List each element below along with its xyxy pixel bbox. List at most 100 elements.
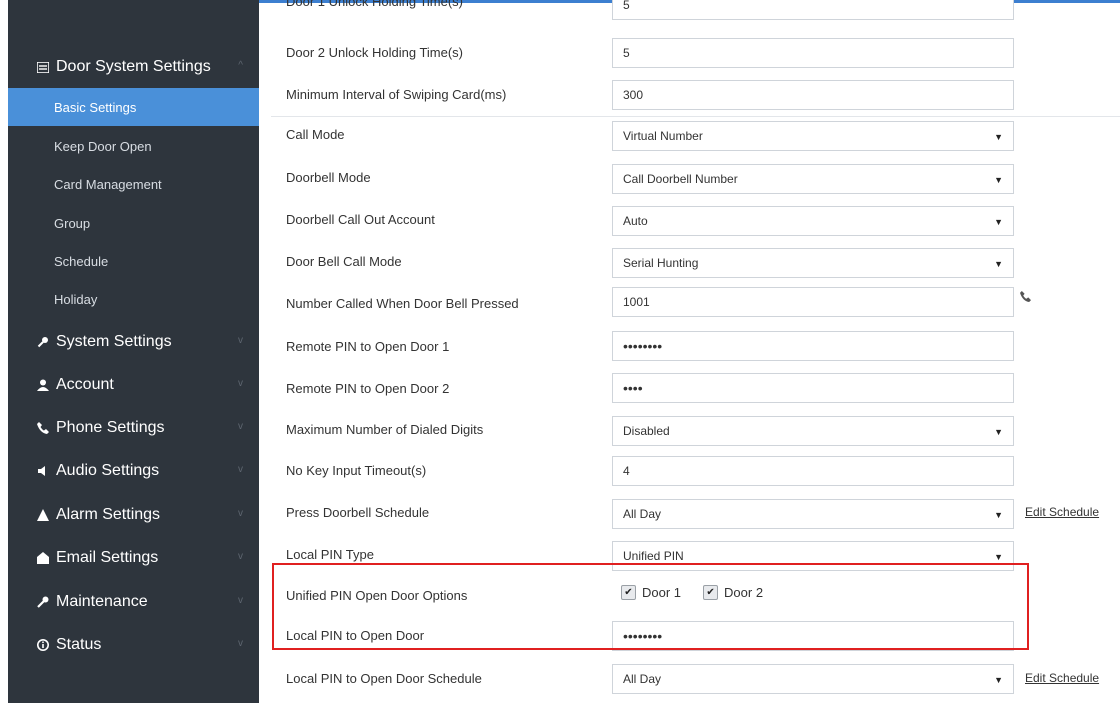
sidebar-item-group[interactable]: Group — [8, 204, 259, 242]
no-key-timeout-input[interactable]: 4 — [612, 456, 1014, 486]
sidebar-group-label: Status — [56, 636, 102, 653]
speaker-icon — [36, 465, 50, 477]
label-doorbell-mode: Doorbell Mode — [286, 170, 371, 185]
label-no-key-timeout: No Key Input Timeout(s) — [286, 463, 427, 478]
sidebar-group-account[interactable]: Account v — [8, 363, 259, 407]
sidebar-group-label: Phone Settings — [56, 419, 165, 436]
warning-icon — [36, 509, 50, 521]
sidebar-item-label: Basic Settings — [54, 99, 137, 115]
caret-down-icon: ▼ — [994, 259, 1003, 269]
sidebar-group-label: System Settings — [56, 333, 172, 350]
label-number-called: Number Called When Door Bell Pressed — [286, 296, 519, 311]
email-icon — [36, 552, 50, 564]
chevron-down-icon: v — [238, 638, 243, 649]
sidebar-item-label: Card Management — [54, 176, 162, 192]
caret-down-icon: ▼ — [994, 132, 1003, 142]
chevron-down-icon: v — [238, 595, 243, 606]
sidebar-group-phone-settings[interactable]: Phone Settings v — [8, 406, 259, 450]
sidebar-group-label: Alarm Settings — [56, 506, 161, 523]
door1-holding-input[interactable]: 5 — [612, 0, 1014, 20]
select-value: All Day — [623, 507, 662, 521]
sidebar-item-card-management[interactable]: Card Management — [8, 165, 259, 203]
sidebar-group-status[interactable]: Status v — [8, 623, 259, 667]
doorbell-account-select[interactable]: Auto ▼ — [612, 206, 1014, 236]
wrench-icon — [36, 596, 50, 608]
min-interval-input[interactable]: 300 — [612, 80, 1014, 110]
chevron-down-icon: v — [238, 508, 243, 519]
phone-icon — [36, 422, 50, 434]
sidebar-group-label: Maintenance — [56, 593, 148, 610]
sidebar: Door System Settings ^ Basic Settings Ke… — [8, 0, 259, 703]
label-local-pin-type: Local PIN Type — [286, 547, 374, 562]
label-door2-holding: Door 2 Unlock Holding Time(s) — [286, 45, 464, 60]
sidebar-group-alarm-settings[interactable]: Alarm Settings v — [8, 493, 259, 537]
sidebar-item-label: Keep Door Open — [54, 138, 152, 154]
caret-down-icon: ▼ — [994, 175, 1003, 185]
label-doorbell-account: Doorbell Call Out Account — [286, 212, 435, 227]
sidebar-item-basic-settings[interactable]: Basic Settings — [8, 88, 259, 126]
local-pin-schedule-select[interactable]: All Day ▼ — [612, 664, 1014, 694]
label-max-digits: Maximum Number of Dialed Digits — [286, 422, 484, 437]
sidebar-group-label: Door System Settings — [56, 58, 211, 75]
max-digits-select[interactable]: Disabled ▼ — [612, 416, 1014, 446]
list-icon — [36, 61, 50, 73]
sidebar-item-keep-door-open[interactable]: Keep Door Open — [8, 127, 259, 165]
chevron-down-icon: v — [238, 335, 243, 346]
sidebar-group-label: Account — [56, 376, 114, 393]
sidebar-item-holiday[interactable]: Holiday — [8, 280, 259, 318]
sidebar-item-schedule[interactable]: Schedule — [8, 242, 259, 280]
caret-down-icon: ▼ — [994, 510, 1003, 520]
label-doorbell-call-mode: Door Bell Call Mode — [286, 254, 402, 269]
sidebar-item-label: Group — [54, 215, 91, 231]
sidebar-group-maintenance[interactable]: Maintenance v — [8, 580, 259, 624]
caret-down-icon: ▼ — [994, 675, 1003, 685]
key-icon — [36, 336, 50, 348]
sidebar-item-label: Schedule — [54, 253, 109, 269]
select-value: Serial Hunting — [623, 256, 699, 270]
edit-schedule-link[interactable]: Edit Schedule — [1025, 505, 1099, 519]
remote-pin1-input[interactable]: •••••••• — [612, 331, 1014, 361]
remote-pin2-input[interactable]: •••• — [612, 373, 1014, 403]
label-press-doorbell-schedule: Press Doorbell Schedule — [286, 505, 430, 520]
select-value: Virtual Number — [623, 129, 703, 143]
caret-down-icon: ▼ — [994, 552, 1003, 562]
label-local-pin-schedule: Local PIN to Open Door Schedule — [286, 671, 482, 686]
user-icon — [36, 379, 50, 391]
chevron-down-icon: v — [238, 378, 243, 389]
section-divider — [271, 116, 1120, 117]
chevron-down-icon: v — [238, 551, 243, 562]
door2-holding-input[interactable]: 5 — [612, 38, 1014, 68]
select-value: All Day — [623, 672, 662, 686]
sidebar-group-label: Audio Settings — [56, 462, 160, 479]
info-icon — [36, 639, 50, 651]
edit-schedule-link[interactable]: Edit Schedule — [1025, 671, 1099, 685]
sidebar-group-door-system[interactable]: Door System Settings ^ — [8, 45, 259, 89]
left-edge — [0, 0, 8, 703]
select-value: Unified PIN — [623, 549, 684, 563]
press-doorbell-schedule-select[interactable]: All Day ▼ — [612, 499, 1014, 529]
call-mode-select[interactable]: Virtual Number ▼ — [612, 121, 1014, 151]
sidebar-group-email-settings[interactable]: Email Settings v — [8, 536, 259, 580]
chevron-down-icon: v — [238, 421, 243, 432]
select-value: Disabled — [623, 424, 670, 438]
caret-down-icon: ▼ — [994, 427, 1003, 437]
caret-down-icon: ▼ — [994, 217, 1003, 227]
label-call-mode: Call Mode — [286, 127, 345, 142]
number-called-input[interactable]: 1001 — [612, 287, 1014, 317]
label-remote-pin2: Remote PIN to Open Door 2 — [286, 381, 450, 396]
sidebar-group-label: Email Settings — [56, 549, 159, 566]
sidebar-group-system-settings[interactable]: System Settings v — [8, 320, 259, 364]
sidebar-group-audio-settings[interactable]: Audio Settings v — [8, 449, 259, 493]
label-door1-holding: Door 1 Unlock Holding Time(s) — [286, 0, 464, 9]
chevron-up-icon: ^ — [238, 60, 243, 71]
phone-icon[interactable] — [1020, 290, 1031, 305]
doorbell-call-mode-select[interactable]: Serial Hunting ▼ — [612, 248, 1014, 278]
highlight-box — [272, 563, 1029, 650]
sidebar-item-label: Holiday — [54, 291, 98, 307]
doorbell-mode-select[interactable]: Call Doorbell Number ▼ — [612, 164, 1014, 194]
chevron-down-icon: v — [238, 464, 243, 475]
select-value: Auto — [623, 214, 648, 228]
label-remote-pin1: Remote PIN to Open Door 1 — [286, 339, 450, 354]
label-min-interval: Minimum Interval of Swiping Card(ms) — [286, 87, 507, 102]
select-value: Call Doorbell Number — [623, 172, 738, 186]
